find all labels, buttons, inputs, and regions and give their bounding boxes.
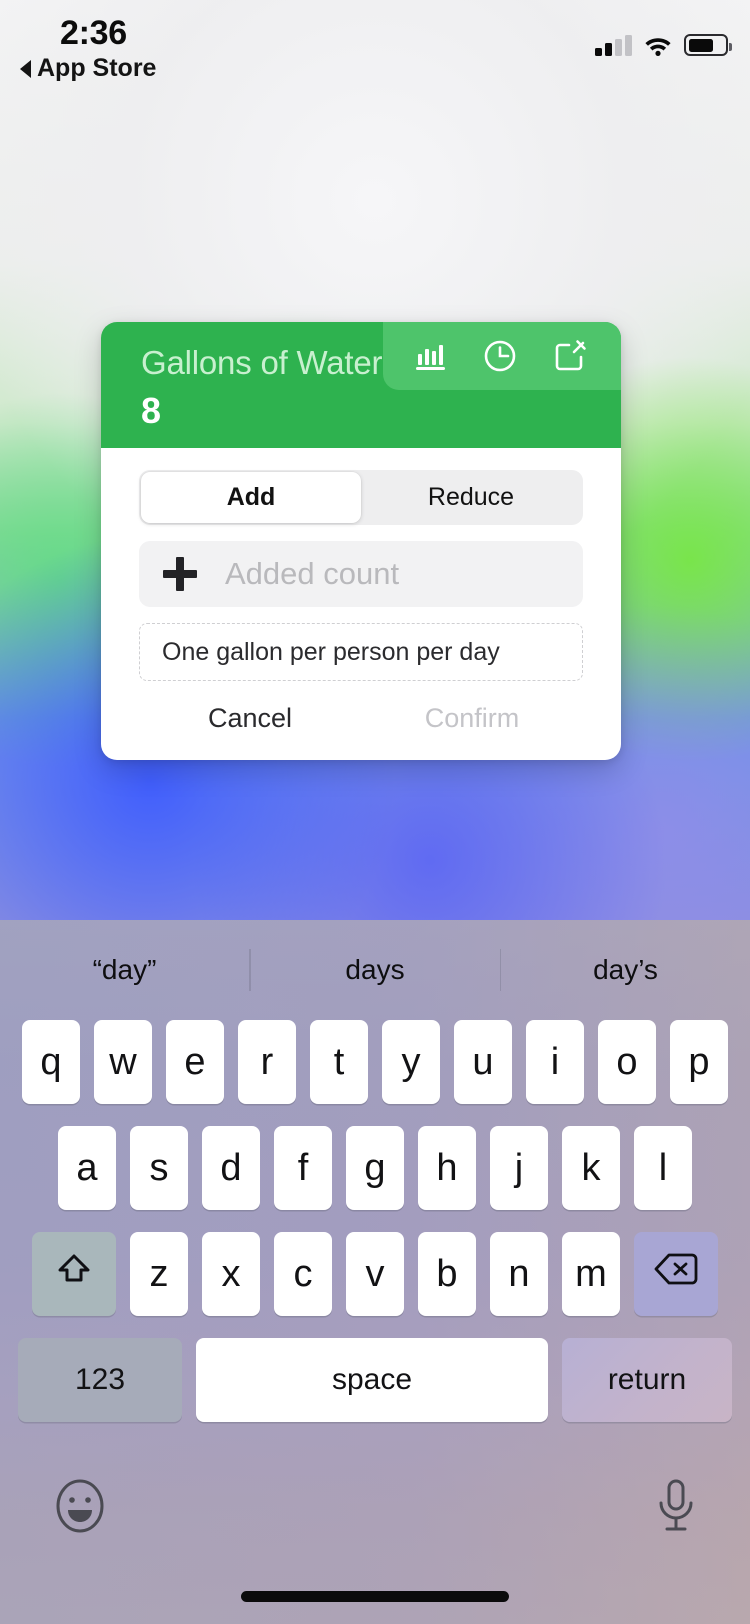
key-n[interactable]: n xyxy=(490,1232,548,1316)
segment-reduce[interactable]: Reduce xyxy=(361,472,581,523)
on-screen-keyboard: “day” days day’s q w e r t y u i o p a s… xyxy=(0,920,750,1624)
key-w[interactable]: w xyxy=(94,1020,152,1104)
key-h[interactable]: h xyxy=(418,1126,476,1210)
count-input-row[interactable] xyxy=(139,541,621,607)
keyboard-row-4: 123 space return xyxy=(0,1338,750,1422)
keyboard-bottom-bar xyxy=(0,1444,750,1554)
microphone-icon[interactable] xyxy=(652,1477,700,1540)
key-m[interactable]: m xyxy=(562,1232,620,1316)
confirm-button[interactable]: Confirm xyxy=(361,703,583,734)
key-u[interactable]: u xyxy=(454,1020,512,1104)
cancel-button[interactable]: Cancel xyxy=(139,703,361,734)
cellular-signal-icon xyxy=(595,35,632,56)
card-header: Gallons of Water 8 xyxy=(101,322,621,448)
emoji-smiley-icon[interactable] xyxy=(52,1478,108,1539)
key-b[interactable]: b xyxy=(418,1232,476,1316)
back-link-label: App Store xyxy=(37,54,157,82)
shift-up-arrow-icon xyxy=(54,1249,94,1299)
backspace-key[interactable] xyxy=(634,1232,718,1316)
key-t[interactable]: t xyxy=(310,1020,368,1104)
keyboard-row-1: q w e r t y u i o p xyxy=(0,1020,750,1104)
water-tracker-card: Gallons of Water 8 Add Reduce Added coun… xyxy=(101,322,621,760)
status-bar: 2:36 App Store xyxy=(0,0,750,92)
plus-icon xyxy=(163,557,197,591)
wifi-icon xyxy=(643,34,673,56)
home-indicator xyxy=(241,1591,509,1602)
key-a[interactable]: a xyxy=(58,1126,116,1210)
key-v[interactable]: v xyxy=(346,1232,404,1316)
keyboard-row-3: z x c v b n m xyxy=(0,1232,750,1316)
suggestion-1[interactable]: days xyxy=(251,954,500,986)
return-key[interactable]: return xyxy=(562,1338,732,1422)
added-count-input[interactable] xyxy=(225,556,621,592)
shift-key[interactable] xyxy=(32,1232,116,1316)
numbers-key[interactable]: 123 xyxy=(18,1338,182,1422)
key-x[interactable]: x xyxy=(202,1232,260,1316)
space-key[interactable]: space xyxy=(196,1338,548,1422)
key-y[interactable]: y xyxy=(382,1020,440,1104)
keyboard-row-2: a s d f g h j k l xyxy=(0,1126,750,1210)
card-actions: Cancel Confirm xyxy=(139,703,583,734)
predictive-suggestion-bar: “day” days day’s xyxy=(0,920,750,1020)
status-bar-time: 2:36 xyxy=(60,14,127,52)
key-p[interactable]: p xyxy=(670,1020,728,1104)
key-f[interactable]: f xyxy=(274,1126,332,1210)
key-z[interactable]: z xyxy=(130,1232,188,1316)
card-body: Add Reduce One gallon per person per day… xyxy=(101,448,621,760)
compose-icon[interactable] xyxy=(551,337,589,375)
card-header-icon-bar xyxy=(383,322,621,390)
key-s[interactable]: s xyxy=(130,1126,188,1210)
suggestion-0[interactable]: “day” xyxy=(0,954,249,986)
key-c[interactable]: c xyxy=(274,1232,332,1316)
card-title: Gallons of Water xyxy=(141,344,383,381)
note-field[interactable]: One gallon per person per day xyxy=(139,623,583,681)
key-q[interactable]: q xyxy=(22,1020,80,1104)
key-i[interactable]: i xyxy=(526,1020,584,1104)
key-g[interactable]: g xyxy=(346,1126,404,1210)
key-e[interactable]: e xyxy=(166,1020,224,1104)
suggestion-2[interactable]: day’s xyxy=(501,954,750,986)
battery-icon xyxy=(684,34,732,56)
card-count-value: 8 xyxy=(141,390,162,431)
status-bar-indicators xyxy=(595,26,732,56)
add-reduce-segmented-control: Add Reduce xyxy=(139,470,583,525)
key-o[interactable]: o xyxy=(598,1020,656,1104)
note-field-text: One gallon per person per day xyxy=(162,637,500,666)
key-j[interactable]: j xyxy=(490,1126,548,1210)
triangle-left-icon xyxy=(20,59,31,78)
key-d[interactable]: d xyxy=(202,1126,260,1210)
segment-add[interactable]: Add xyxy=(141,472,361,523)
key-r[interactable]: r xyxy=(238,1020,296,1104)
backspace-delete-icon xyxy=(654,1252,698,1296)
key-k[interactable]: k xyxy=(562,1126,620,1210)
back-to-app-store-link[interactable]: App Store xyxy=(20,54,156,83)
key-l[interactable]: l xyxy=(634,1126,692,1210)
bar-chart-icon[interactable] xyxy=(411,337,449,375)
clock-icon[interactable] xyxy=(481,337,519,375)
